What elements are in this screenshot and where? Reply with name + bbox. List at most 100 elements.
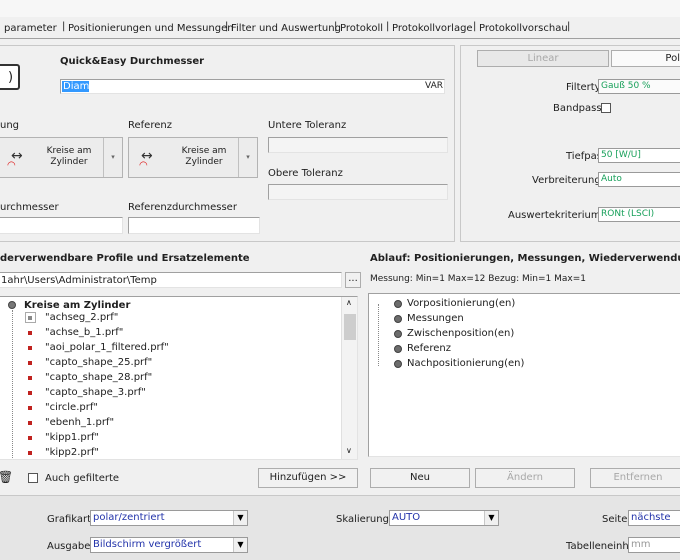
tab-protokoll[interactable]: Protokoll bbox=[340, 23, 383, 34]
aendern-button[interactable]: Ändern bbox=[475, 468, 575, 488]
selector-dropdown-arrow[interactable]: ▾ bbox=[103, 138, 122, 177]
tab-protokollvorschau[interactable]: Protokollvorschau bbox=[479, 23, 568, 34]
tree-item-file[interactable]: "ebenh_1.prf" bbox=[0, 416, 329, 429]
messung-label: ung bbox=[0, 120, 20, 131]
element-title: Quick&Easy Durchmesser bbox=[60, 56, 205, 67]
tree-scrollbar[interactable]: ∧ ∨ bbox=[341, 297, 357, 459]
messung-profile-selector[interactable]: ↔ ◠ Kreise am Zylinder ▾ bbox=[0, 137, 123, 178]
tree-item-file[interactable]: "capto_shape_3.prf" bbox=[0, 386, 329, 399]
referenzdurchmesser-label: Referenzdurchmesser bbox=[128, 202, 237, 213]
scroll-thumb[interactable] bbox=[344, 314, 356, 340]
ausgabe-select[interactable]: Bildschirm vergrößert ▼ bbox=[90, 537, 248, 553]
tab-sep: | bbox=[334, 21, 338, 32]
tiefpass-select[interactable]: 50 [W/U] bbox=[598, 148, 680, 163]
ablauf-tree[interactable]: Vorpositionierung(en) Messungen Zwischen… bbox=[368, 293, 680, 457]
durchmesser-field[interactable] bbox=[0, 217, 123, 234]
bandpass-label: Bandpass bbox=[553, 103, 602, 114]
neu-button[interactable]: Neu bbox=[370, 468, 470, 488]
profile-bullet-icon bbox=[28, 316, 32, 320]
selector-label: Kreise am Zylinder bbox=[181, 146, 227, 167]
profile-bullet-icon bbox=[28, 436, 32, 440]
selector-dropdown-arrow[interactable]: ▾ bbox=[238, 138, 257, 177]
profile-bullet-icon bbox=[28, 361, 32, 365]
chevron-down-icon[interactable]: ▼ bbox=[233, 511, 247, 525]
flow-item-icon bbox=[394, 360, 402, 368]
path-field[interactable]: 1ahr\Users\Administrator\Temp bbox=[0, 272, 342, 288]
flow-item-icon bbox=[394, 330, 402, 338]
profile-bullet-icon bbox=[28, 331, 32, 335]
tab-sep: | bbox=[225, 21, 229, 32]
profile-bullet-icon bbox=[28, 451, 32, 455]
polar-tab[interactable]: Pol bbox=[611, 50, 680, 67]
trash-icon[interactable]: 🗑 bbox=[0, 470, 13, 484]
verbreiterung-select[interactable]: Auto bbox=[598, 172, 680, 187]
scroll-down-icon[interactable]: ∨ bbox=[346, 446, 352, 455]
auch-gefilterte-checkbox[interactable] bbox=[28, 473, 38, 483]
profile-bullet-icon bbox=[28, 346, 32, 350]
tree-item-file[interactable]: "achse_b_1.prf" bbox=[0, 326, 329, 339]
ablauf-heading: Ablauf: Positionierungen, Messungen, Wie… bbox=[370, 253, 680, 264]
flow-item-icon bbox=[394, 345, 402, 353]
ablauf-item[interactable]: Referenz bbox=[407, 343, 451, 354]
tab-sep: | bbox=[386, 21, 390, 32]
referenz-profile-selector[interactable]: ↔ ◠ Kreise am Zylinder ▾ bbox=[128, 137, 258, 178]
chevron-down-icon[interactable]: ▼ bbox=[484, 511, 498, 525]
grafikart-label: Grafikart bbox=[47, 514, 92, 525]
tree-item-file[interactable]: "circle.prf" bbox=[0, 401, 329, 414]
tabelleneinheit-select[interactable]: mm bbox=[628, 537, 680, 553]
tree-item-file[interactable]: "kipp2.prf" bbox=[0, 446, 329, 459]
hinzufuegen-button[interactable]: Hinzufügen >> bbox=[258, 468, 358, 488]
auswertekriterium-select[interactable]: RONt (LSCI) bbox=[598, 207, 680, 222]
untere-toleranz-field[interactable] bbox=[268, 137, 448, 153]
linear-tab[interactable]: Linear bbox=[477, 50, 609, 67]
flow-item-icon bbox=[394, 300, 402, 308]
tree-root[interactable]: Kreise am Zylinder bbox=[24, 300, 130, 311]
obere-toleranz-field[interactable] bbox=[268, 184, 448, 200]
element-name-field[interactable]: Diam VAR bbox=[60, 79, 445, 94]
tree-item-file[interactable]: "aoi_polar_1_filtered.prf" bbox=[0, 341, 329, 354]
obere-toleranz-label: Obere Toleranz bbox=[268, 168, 343, 179]
window-top-strip bbox=[0, 0, 680, 17]
entfernen-button[interactable]: Entfernen bbox=[590, 468, 680, 488]
tree-item-file[interactable]: "capto_shape_28.prf" bbox=[0, 371, 329, 384]
bandpass-checkbox[interactable] bbox=[601, 103, 611, 113]
referenz-label: Referenz bbox=[128, 120, 172, 131]
flow-item-icon bbox=[394, 315, 402, 323]
filtertyp-select[interactable]: Gauß 50 % bbox=[598, 79, 680, 94]
tab-filter-auswertung[interactable]: Filter und Auswertung bbox=[231, 23, 341, 34]
seite-select[interactable]: nächste bbox=[628, 510, 680, 526]
skalierung-select[interactable]: AUTO ▼ bbox=[389, 510, 499, 526]
tree-item-file[interactable]: "achseg_2.prf" bbox=[0, 311, 329, 324]
verbreiterung-label: Verbreiterung bbox=[532, 175, 601, 186]
cylinder-circle-icon-red: ◠ bbox=[139, 160, 148, 171]
browse-button[interactable]: ... bbox=[345, 272, 361, 288]
tab-protokollvorlage[interactable]: Protokollvorlage bbox=[392, 23, 473, 34]
profile-tree[interactable]: Kreise am Zylinder "achseg_2.prf" "achse… bbox=[0, 296, 358, 460]
durchmesser-label: urchmesser bbox=[0, 202, 59, 213]
chevron-down-icon[interactable]: ▼ bbox=[233, 538, 247, 552]
ablauf-item[interactable]: Zwischenposition(en) bbox=[407, 328, 514, 339]
cylinder-circle-icon-red: ◠ bbox=[7, 160, 16, 171]
seite-label: Seite bbox=[602, 514, 628, 525]
profile-bullet-icon bbox=[28, 421, 32, 425]
tab-positionierungen[interactable]: Positionierungen und Messungen bbox=[68, 23, 234, 34]
ablauf-item[interactable]: Nachpositionierung(en) bbox=[407, 358, 524, 369]
ablauf-item[interactable]: Vorpositionierung(en) bbox=[407, 298, 515, 309]
tab-sep: | bbox=[62, 21, 66, 32]
var-button[interactable]: VAR bbox=[425, 81, 443, 91]
ablauf-tree-line bbox=[378, 304, 379, 366]
tab-parameter[interactable]: parameter bbox=[4, 23, 57, 34]
tab-sep: | bbox=[473, 21, 477, 32]
referenzdurchmesser-field[interactable] bbox=[128, 217, 260, 234]
tab-bar: parameter | Positionierungen und Messung… bbox=[0, 17, 680, 39]
tree-item-file[interactable]: "capto_shape_25.prf" bbox=[0, 356, 329, 369]
tab-sep: | bbox=[567, 21, 571, 32]
skalierung-label: Skalierung bbox=[336, 514, 389, 525]
tree-item-file[interactable]: "kipp1.prf" bbox=[0, 431, 329, 444]
element-name-value: Diam bbox=[63, 81, 90, 92]
profile-bullet-icon bbox=[28, 376, 32, 380]
scroll-up-icon[interactable]: ∧ bbox=[346, 298, 352, 307]
grafikart-select[interactable]: polar/zentriert ▼ bbox=[90, 510, 248, 526]
ablauf-item[interactable]: Messungen bbox=[407, 313, 464, 324]
auswertekriterium-label: Auswertekriterium bbox=[508, 210, 601, 221]
